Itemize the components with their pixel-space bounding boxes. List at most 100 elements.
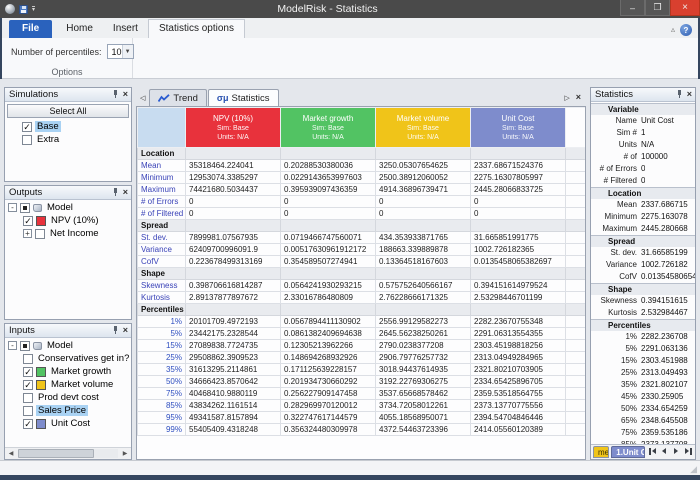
- checkbox-model[interactable]: [20, 340, 30, 351]
- cell-value: 0: [375, 195, 471, 208]
- checkbox-sales-price[interactable]: [23, 405, 33, 416]
- cell-value: 12953074.3385297: [185, 171, 281, 184]
- stat-label: Units: [618, 140, 637, 149]
- resize-grip[interactable]: ◢: [690, 464, 697, 474]
- stat-label: Name: [615, 116, 637, 125]
- input-item-unit-cost[interactable]: ✓ Unit Cost: [8, 417, 131, 430]
- close-panel-icon[interactable]: ×: [123, 188, 128, 197]
- pin-icon[interactable]: [112, 90, 119, 99]
- collapse-icon[interactable]: -: [8, 203, 17, 212]
- stat-value: 2291.063136: [641, 344, 688, 353]
- checkbox-model[interactable]: [20, 202, 30, 213]
- scroll-right-icon[interactable]: ▶: [119, 448, 131, 459]
- input-item-conservatives-get-in-1-y[interactable]: Conservatives get in? (1=y: [8, 352, 131, 365]
- ribbon-tab-insert[interactable]: Insert: [103, 20, 148, 38]
- ribbon-right-icons: ▵ ?: [665, 24, 698, 38]
- previous-sheet-icon[interactable]: [659, 446, 669, 456]
- checkbox-npv-10pct[interactable]: ✓: [23, 215, 33, 226]
- close-panel-icon[interactable]: ×: [123, 326, 128, 335]
- ribbon-tab-statistics-options[interactable]: Statistics options: [147, 19, 245, 38]
- doc-tab-label: Statistics: [231, 92, 270, 104]
- stat-label: Kurtosis: [608, 308, 637, 317]
- checkbox-prod-devt-cost[interactable]: [23, 392, 33, 403]
- select-all-button[interactable]: Select All: [7, 104, 129, 118]
- titlebar: ▾ ModelRisk - Statistics – ❒ ×: [0, 0, 700, 18]
- doc-tab-trend[interactable]: Trend: [149, 89, 207, 106]
- horizontal-scrollbar[interactable]: ◀ ▶: [5, 447, 131, 459]
- checkbox-conservatives-get-in-1-y[interactable]: [23, 353, 33, 364]
- table-row-15pct: 15% 27089838.7724735 0.12305213962266 2790.…: [137, 339, 585, 352]
- cell-value: 0: [280, 207, 376, 220]
- section-cell: [470, 267, 566, 280]
- last-sheet-icon[interactable]: [683, 446, 693, 456]
- section-cell: [565, 219, 585, 232]
- table-row-st-dev: St. dev. 7899981.07567935 0.07194667475600…: [137, 231, 585, 244]
- input-item-market-volume[interactable]: ✓ Market volume: [8, 378, 131, 391]
- cell-value: 0.322747617144579: [280, 411, 376, 424]
- checkbox-base[interactable]: ✓: [22, 121, 32, 132]
- help-icon[interactable]: ?: [680, 24, 692, 36]
- scrollbar-track[interactable]: [18, 449, 118, 458]
- input-item-sales-price[interactable]: Sales Price: [8, 404, 131, 417]
- section-cell: [565, 147, 585, 160]
- checkbox-unit-cost[interactable]: ✓: [23, 418, 33, 429]
- close-panel-icon[interactable]: ×: [123, 90, 128, 99]
- filler-cell: [565, 195, 585, 208]
- expand-icon[interactable]: +: [23, 229, 32, 238]
- sheet-tab-1-unit-cost[interactable]: 1.Unit Cost: [611, 446, 645, 458]
- next-sheet-icon[interactable]: [671, 446, 681, 456]
- trend-chart-icon: [158, 93, 171, 103]
- table-row-1pct: 1% 20101709.4972193 0.0567894411130902 2556…: [137, 315, 585, 328]
- output-item-net-income[interactable]: + Net Income: [8, 227, 131, 240]
- pin-icon[interactable]: [112, 326, 119, 335]
- ribbon-tab-file[interactable]: File: [9, 20, 53, 38]
- first-sheet-icon[interactable]: [647, 446, 657, 456]
- cell-value: 7899981.07567935: [185, 231, 281, 244]
- stat-label: Skewness: [600, 296, 637, 305]
- column-units: Units: N/A: [502, 134, 534, 141]
- doc-tab-statistics[interactable]: σμ Statistics: [207, 89, 279, 106]
- stats-row-st-dev: St. dev. 31.66585199: [591, 247, 695, 259]
- close-button[interactable]: ×: [670, 0, 700, 16]
- row-label: Variance: [137, 243, 186, 256]
- collapse-icon[interactable]: -: [8, 341, 17, 350]
- simulation-item-base[interactable]: ✓ Base: [8, 120, 131, 133]
- checkbox-extra[interactable]: [22, 134, 32, 145]
- scroll-tabs-right-icon[interactable]: ▷: [564, 94, 569, 102]
- checkbox-net-income[interactable]: [35, 228, 45, 239]
- input-item-prod-devt-cost[interactable]: Prod devt cost: [8, 391, 131, 404]
- scroll-left-icon[interactable]: ◀: [5, 448, 17, 459]
- sheet-tab-me[interactable]: me: [593, 446, 610, 458]
- scrollbar-thumb[interactable]: [18, 449, 94, 458]
- chevron-down-icon[interactable]: ▼: [121, 45, 133, 58]
- output-root[interactable]: - Model: [8, 201, 131, 214]
- input-item-market-growth[interactable]: ✓ Market growth: [8, 365, 131, 378]
- cell-value: 0.282969970120012: [280, 399, 376, 412]
- column-name: Market growth: [302, 114, 354, 123]
- right-panel-area: Statistics × Variable Name Unit Cost Sim # 1…: [590, 87, 696, 460]
- collapse-ribbon-icon[interactable]: ▵: [671, 26, 675, 34]
- scroll-tabs-left-icon[interactable]: ◁: [137, 94, 148, 106]
- checkbox-market-volume[interactable]: ✓: [23, 379, 33, 390]
- app-icon[interactable]: [5, 4, 15, 14]
- maximize-button[interactable]: ❒: [645, 0, 670, 16]
- row-label: 25%: [137, 351, 186, 364]
- close-panel-icon[interactable]: ×: [687, 90, 692, 99]
- percentiles-combobox[interactable]: 10 ▼: [106, 44, 134, 59]
- cell-value: 0.394151614979524: [470, 279, 566, 292]
- stat-label: 75%: [620, 428, 637, 437]
- pin-icon[interactable]: [112, 188, 119, 197]
- close-document-icon[interactable]: ×: [576, 93, 581, 102]
- stat-value: 2445.280668: [641, 224, 688, 233]
- checkbox-market-growth[interactable]: ✓: [23, 366, 33, 377]
- pin-icon[interactable]: [676, 90, 683, 99]
- save-icon[interactable]: [19, 4, 28, 14]
- mixed-state-mark: [23, 343, 27, 348]
- input-item-label: Market growth: [51, 366, 112, 377]
- input-root[interactable]: - Model: [8, 339, 131, 352]
- ribbon-tab-home[interactable]: Home: [56, 20, 103, 38]
- simulation-item-extra[interactable]: Extra: [8, 133, 131, 146]
- output-item-npv-10pct[interactable]: ✓ NPV (10%): [8, 214, 131, 227]
- color-swatch: [36, 215, 46, 226]
- minimize-button[interactable]: –: [620, 0, 645, 16]
